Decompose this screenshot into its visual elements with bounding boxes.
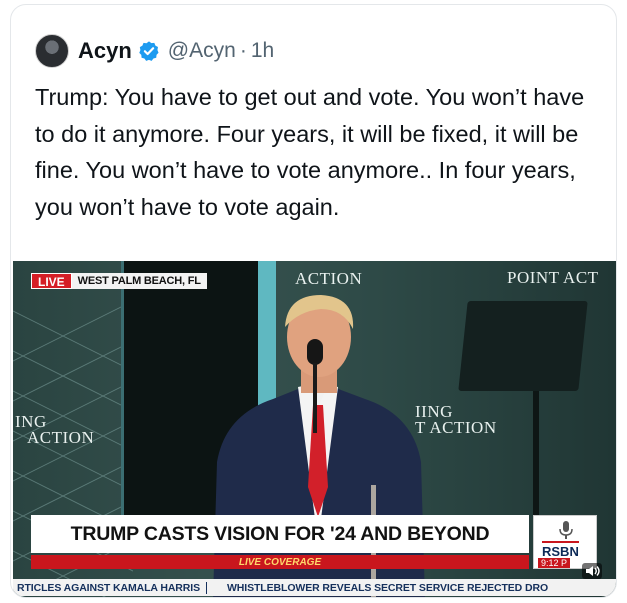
verified-badge-icon — [139, 41, 159, 61]
location-label: WEST PALM BEACH, FL — [71, 273, 207, 289]
tweet-timestamp[interactable]: 1h — [251, 39, 274, 63]
news-ticker: RTICLES AGAINST KAMALA HARRIS WHISTLEBLO… — [13, 579, 616, 596]
live-badge: LIVE — [31, 273, 72, 289]
tweet-text: Trump: You have to get out and vote. You… — [35, 84, 585, 220]
author-avatar[interactable] — [35, 34, 69, 68]
stage-text-top-right: POINT ACT — [507, 268, 599, 287]
chyron-headline: TRUMP CASTS VISION FOR '24 AND BEYOND — [31, 515, 529, 553]
live-coverage-label: LIVE COVERAGE — [238, 556, 322, 568]
news-lower-third: TRUMP CASTS VISION FOR '24 AND BEYOND LI… — [31, 515, 597, 573]
broadcast-clock: 9:12 P — [538, 558, 571, 568]
stage-text-top-center: ACTION — [295, 269, 363, 288]
teleprompter-glass — [458, 301, 588, 391]
live-coverage-strip: LIVE COVERAGE — [31, 555, 529, 569]
ticker-item: RTICLES AGAINST KAMALA HARRIS — [17, 581, 200, 594]
volume-icon[interactable] — [582, 563, 602, 579]
microphone-icon — [559, 521, 573, 539]
stage-text-left-2: ACTION — [27, 428, 95, 447]
network-logo-text: RSBN — [542, 541, 579, 559]
author-handle[interactable]: @Acyn — [168, 39, 236, 63]
live-location-bug: LIVE WEST PALM BEACH, FL — [31, 273, 207, 289]
ticker-item: WHISTLEBLOWER REVEALS SECRET SERVICE REJ… — [226, 581, 549, 594]
teleprompter-stand — [533, 391, 539, 531]
tweet-card[interactable]: Acyn @Acyn · 1h Trump: You have to get o… — [10, 4, 617, 598]
video-player[interactable]: ACTION POINT ACT ING ACTION IING T ACTIO… — [13, 261, 616, 597]
separator-dot: · — [239, 39, 247, 62]
author-name[interactable]: Acyn — [78, 38, 132, 64]
tweet-header: Acyn @Acyn · 1h — [35, 31, 274, 71]
network-logo-box: RSBN 9:12 P — [533, 515, 597, 569]
